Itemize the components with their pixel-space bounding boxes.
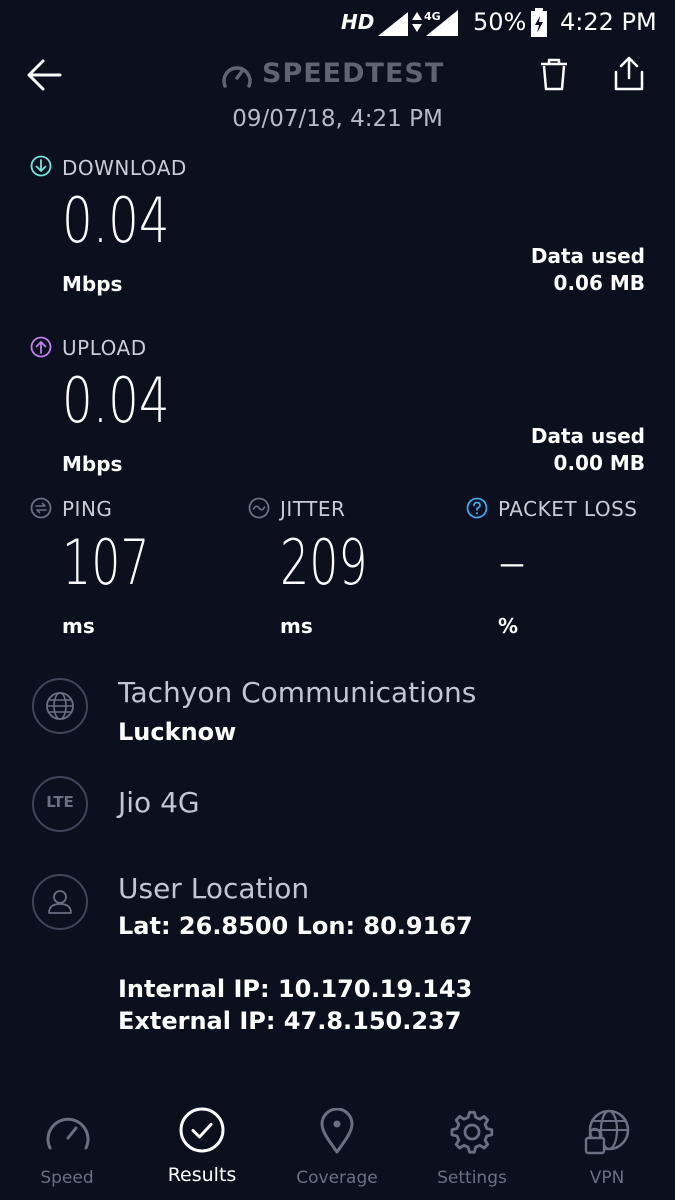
- upload-unit: Mbps: [62, 452, 123, 476]
- nav-settings-label: Settings: [437, 1168, 507, 1188]
- nav-vpn[interactable]: VPN: [542, 1092, 672, 1200]
- clock: 4:22 PM: [560, 8, 657, 36]
- map-pin-icon: [320, 1108, 354, 1154]
- lte-icon: LTE: [32, 776, 88, 832]
- user-icon: [48, 890, 72, 914]
- gear-icon: [450, 1110, 494, 1154]
- share-icon[interactable]: [612, 56, 646, 92]
- jitter-unit: ms: [280, 614, 313, 638]
- packet-loss-unit: %: [498, 614, 519, 638]
- upload-data-used-value: 0.00 MB: [553, 451, 645, 475]
- internal-ip: Internal IP: 10.170.19.143: [118, 975, 473, 1003]
- hd-badge: HD: [341, 10, 375, 34]
- upload-data-used-label: Data used: [530, 424, 645, 448]
- download-unit: Mbps: [62, 272, 123, 296]
- nav-coverage[interactable]: Coverage: [272, 1092, 402, 1200]
- packet-loss-label: PACKET LOSS: [498, 497, 638, 521]
- download-icon: [30, 155, 52, 177]
- provider-name: Tachyon Communications: [118, 676, 477, 709]
- provider-city: Lucknow: [118, 718, 237, 746]
- jitter-value: 209: [280, 526, 368, 599]
- upload-label: UPLOAD: [62, 336, 147, 360]
- nav-results-label: Results: [167, 1164, 237, 1186]
- nav-results[interactable]: Results: [137, 1092, 267, 1200]
- app-title: SPEEDTEST: [262, 58, 445, 89]
- battery-icon: [531, 8, 547, 37]
- ping-icon: [30, 497, 52, 519]
- jitter-icon: [248, 497, 270, 519]
- nav-coverage-label: Coverage: [296, 1168, 378, 1188]
- user-location-coords: Lat: 26.8500 Lon: 80.9167: [118, 912, 473, 940]
- status-bar: HD 4G 50% 4:22 PM: [0, 0, 675, 48]
- jitter-label: JITTER: [280, 497, 346, 521]
- external-ip: External IP: 47.8.150.237: [118, 1007, 462, 1035]
- user-location-icon-circle: [32, 874, 88, 930]
- speedtest-logo-icon: [222, 66, 252, 88]
- download-data-used-value: 0.06 MB: [553, 271, 645, 295]
- trash-icon[interactable]: [538, 58, 570, 92]
- vpn-globe-lock-icon: [584, 1109, 630, 1155]
- globe-icon: [46, 692, 74, 720]
- speedometer-icon: [46, 1117, 90, 1150]
- download-data-used-label: Data used: [530, 244, 645, 268]
- download-value: 0.04: [62, 184, 170, 257]
- lte-icon-text: LTE: [46, 793, 74, 811]
- ping-unit: ms: [62, 614, 95, 638]
- test-date: 09/07/18, 4:21 PM: [232, 106, 443, 132]
- arrow-left-icon[interactable]: [26, 58, 64, 92]
- lte-signal-icon: 4G: [412, 10, 458, 36]
- packet-loss-value: –: [498, 530, 526, 595]
- user-location-title: User Location: [118, 872, 310, 905]
- lte-label: 4G: [424, 10, 441, 23]
- ping-label: PING: [62, 497, 113, 521]
- upload-icon: [30, 336, 52, 358]
- help-icon[interactable]: [466, 497, 488, 519]
- nav-vpn-label: VPN: [589, 1168, 625, 1188]
- battery-percent: 50%: [473, 8, 527, 36]
- ping-value: 107: [62, 526, 150, 599]
- nav-settings[interactable]: Settings: [407, 1092, 537, 1200]
- download-label: DOWNLOAD: [62, 156, 187, 180]
- nav-speed[interactable]: Speed: [2, 1092, 132, 1200]
- nav-speed-label: Speed: [40, 1168, 94, 1188]
- signal-icon: [378, 12, 408, 36]
- network-name: Jio 4G: [118, 786, 200, 819]
- upload-value: 0.04: [62, 364, 170, 437]
- check-circle-icon: [179, 1107, 225, 1153]
- provider-icon-circle: [32, 678, 88, 734]
